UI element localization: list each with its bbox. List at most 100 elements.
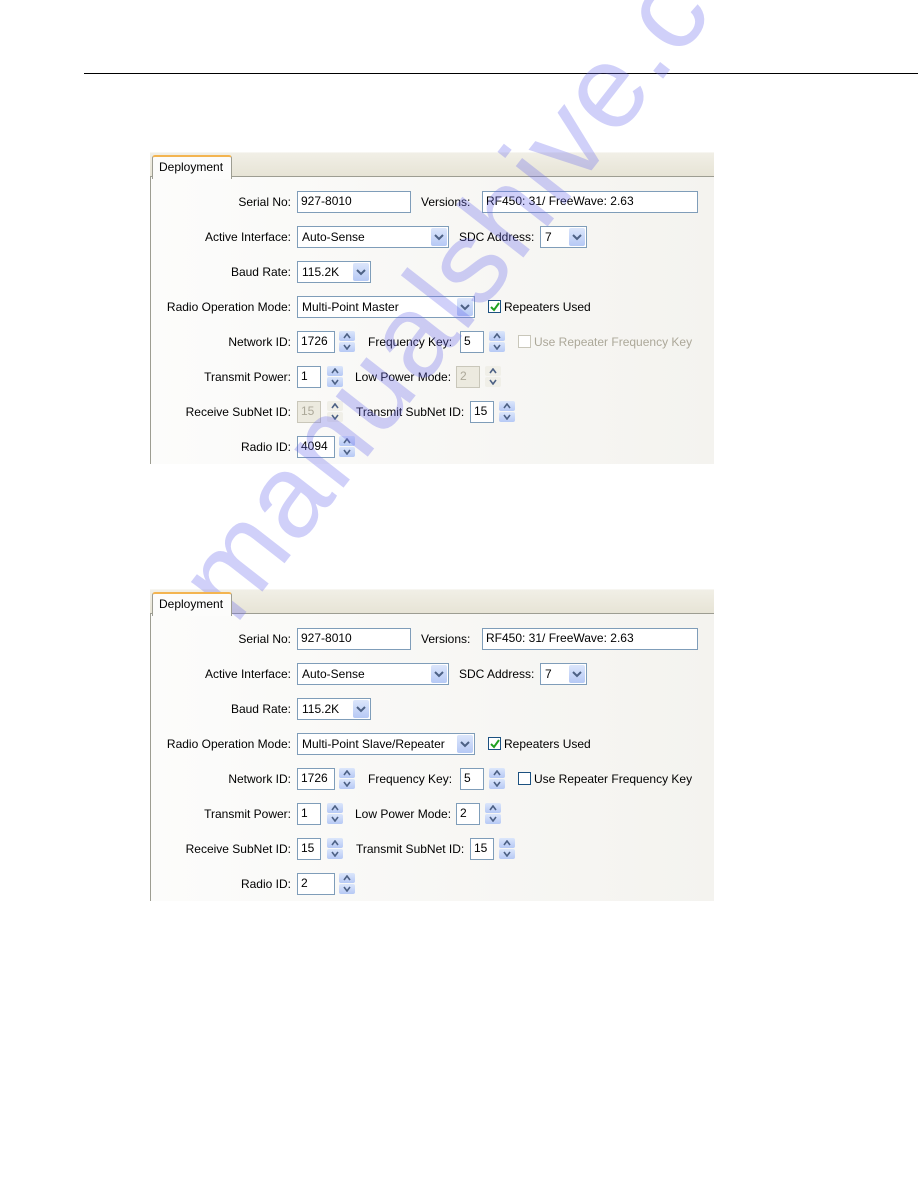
transmit-subnet-id-spinner[interactable] [499,838,515,860]
use-repeater-frequency-key-checkbox[interactable] [518,335,531,348]
sdc-address-select[interactable]: 7 [540,226,587,248]
low-power-mode-field[interactable]: 2 [456,366,480,388]
frequency-key-spinner[interactable] [489,768,505,790]
spin-down-icon[interactable] [339,884,355,894]
frequency-key-spinner[interactable] [489,331,505,353]
chevron-down-icon[interactable] [457,298,473,316]
tab-label: Deployment [159,597,224,611]
spin-up-icon[interactable] [485,366,501,376]
frequency-key-field[interactable]: 5 [460,331,484,353]
spin-down-icon[interactable] [327,814,343,824]
sdc-address-label: SDC Address: [459,230,535,244]
low-power-mode-field[interactable]: 2 [456,803,480,825]
baud-rate-select[interactable]: 115.2K [297,698,371,720]
radio-id-spinner[interactable] [339,436,355,458]
low-power-mode-label: Low Power Mode: [355,807,452,821]
receive-subnet-id-spinner[interactable] [327,838,343,860]
active-interface-select[interactable]: Auto-Sense [297,226,449,248]
spin-up-icon[interactable] [327,401,343,411]
chevron-down-icon[interactable] [431,665,447,683]
transmit-subnet-id-field[interactable]: 15 [470,401,494,423]
serial-no-field[interactable]: 927-8010 [297,628,411,650]
spin-up-icon[interactable] [339,331,355,341]
tab-deployment[interactable]: Deployment [152,155,232,179]
active-interface-select[interactable]: Auto-Sense [297,663,449,685]
spin-down-icon[interactable] [485,814,501,824]
chevron-down-icon[interactable] [353,263,369,281]
serial-no-field[interactable]: 927-8010 [297,191,411,213]
spin-down-icon[interactable] [339,779,355,789]
transmit-power-label: Transmit Power: [204,807,291,821]
spin-down-icon[interactable] [327,412,343,422]
radio-operation-mode-label: Radio Operation Mode: [166,300,291,314]
spin-up-icon[interactable] [499,401,515,411]
baud-rate-label: Baud Rate: [230,265,291,279]
baud-rate-value: 115.2K [302,265,340,279]
spin-down-icon[interactable] [327,849,343,859]
radio-operation-mode-select[interactable]: Multi-Point Master [297,296,475,318]
low-power-mode-spinner[interactable] [485,366,501,388]
serial-no-label: Serial No: [238,632,291,646]
checkmark-icon [490,302,500,312]
radio-operation-mode-value: Multi-Point Slave/Repeater [302,737,445,751]
network-id-spinner[interactable] [339,331,355,353]
spin-up-icon[interactable] [499,838,515,848]
spin-down-icon[interactable] [489,342,505,352]
transmit-power-spinner[interactable] [327,366,343,388]
receive-subnet-id-spinner[interactable] [327,401,343,423]
spin-up-icon[interactable] [485,803,501,813]
chevron-down-icon[interactable] [353,700,369,718]
spin-down-icon[interactable] [339,447,355,457]
transmit-power-field[interactable]: 1 [297,803,321,825]
spin-down-icon[interactable] [499,849,515,859]
frequency-key-field[interactable]: 5 [460,768,484,790]
transmit-subnet-id-spinner[interactable] [499,401,515,423]
transmit-power-spinner[interactable] [327,803,343,825]
spin-down-icon[interactable] [327,377,343,387]
versions-field[interactable]: RF450: 31/ FreeWave: 2.63 [482,628,698,650]
spin-up-icon[interactable] [339,436,355,446]
repeaters-used-checkbox[interactable] [488,737,501,750]
chevron-down-icon[interactable] [457,735,473,753]
use-repeater-frequency-key-label: Use Repeater Frequency Key [534,772,693,786]
transmit-power-field[interactable]: 1 [297,366,321,388]
sdc-address-select[interactable]: 7 [540,663,587,685]
use-repeater-frequency-key-checkbox[interactable] [518,772,531,785]
chevron-down-icon[interactable] [569,665,585,683]
low-power-mode-spinner[interactable] [485,803,501,825]
receive-subnet-id-label: Receive SubNet ID: [185,842,291,856]
spin-up-icon[interactable] [327,366,343,376]
radio-id-field[interactable]: 4094 [297,436,335,458]
tab-deployment[interactable]: Deployment [152,592,232,616]
network-id-field[interactable]: 1726 [297,768,335,790]
sdc-address-label: SDC Address: [459,667,535,681]
active-interface-value: Auto-Sense [302,667,365,681]
radio-id-spinner[interactable] [339,873,355,895]
spin-down-icon[interactable] [339,342,355,352]
versions-field[interactable]: RF450: 31/ FreeWave: 2.63 [482,191,698,213]
spin-down-icon[interactable] [499,412,515,422]
radio-id-field[interactable]: 2 [297,873,335,895]
transmit-power-label: Transmit Power: [204,370,291,384]
spin-down-icon[interactable] [489,779,505,789]
baud-rate-select[interactable]: 115.2K [297,261,371,283]
transmit-subnet-id-field[interactable]: 15 [470,838,494,860]
spin-up-icon[interactable] [327,803,343,813]
chevron-down-icon[interactable] [569,228,585,246]
receive-subnet-id-field[interactable]: 15 [297,838,321,860]
repeaters-used-checkbox[interactable] [488,300,501,313]
network-id-field[interactable]: 1726 [297,331,335,353]
spin-up-icon[interactable] [489,331,505,341]
tab-strip: Deployment [150,589,714,616]
receive-subnet-id-field[interactable]: 15 [297,401,321,423]
radio-operation-mode-select[interactable]: Multi-Point Slave/Repeater [297,733,475,755]
spin-up-icon[interactable] [339,873,355,883]
deployment-form: Serial No: 927-8010 Versions: RF450: 31/… [150,614,714,901]
spin-up-icon[interactable] [327,838,343,848]
network-id-spinner[interactable] [339,768,355,790]
chevron-down-icon[interactable] [431,228,447,246]
spin-down-icon[interactable] [485,377,501,387]
spin-up-icon[interactable] [339,768,355,778]
radio-id-label: Radio ID: [240,877,291,891]
spin-up-icon[interactable] [489,768,505,778]
